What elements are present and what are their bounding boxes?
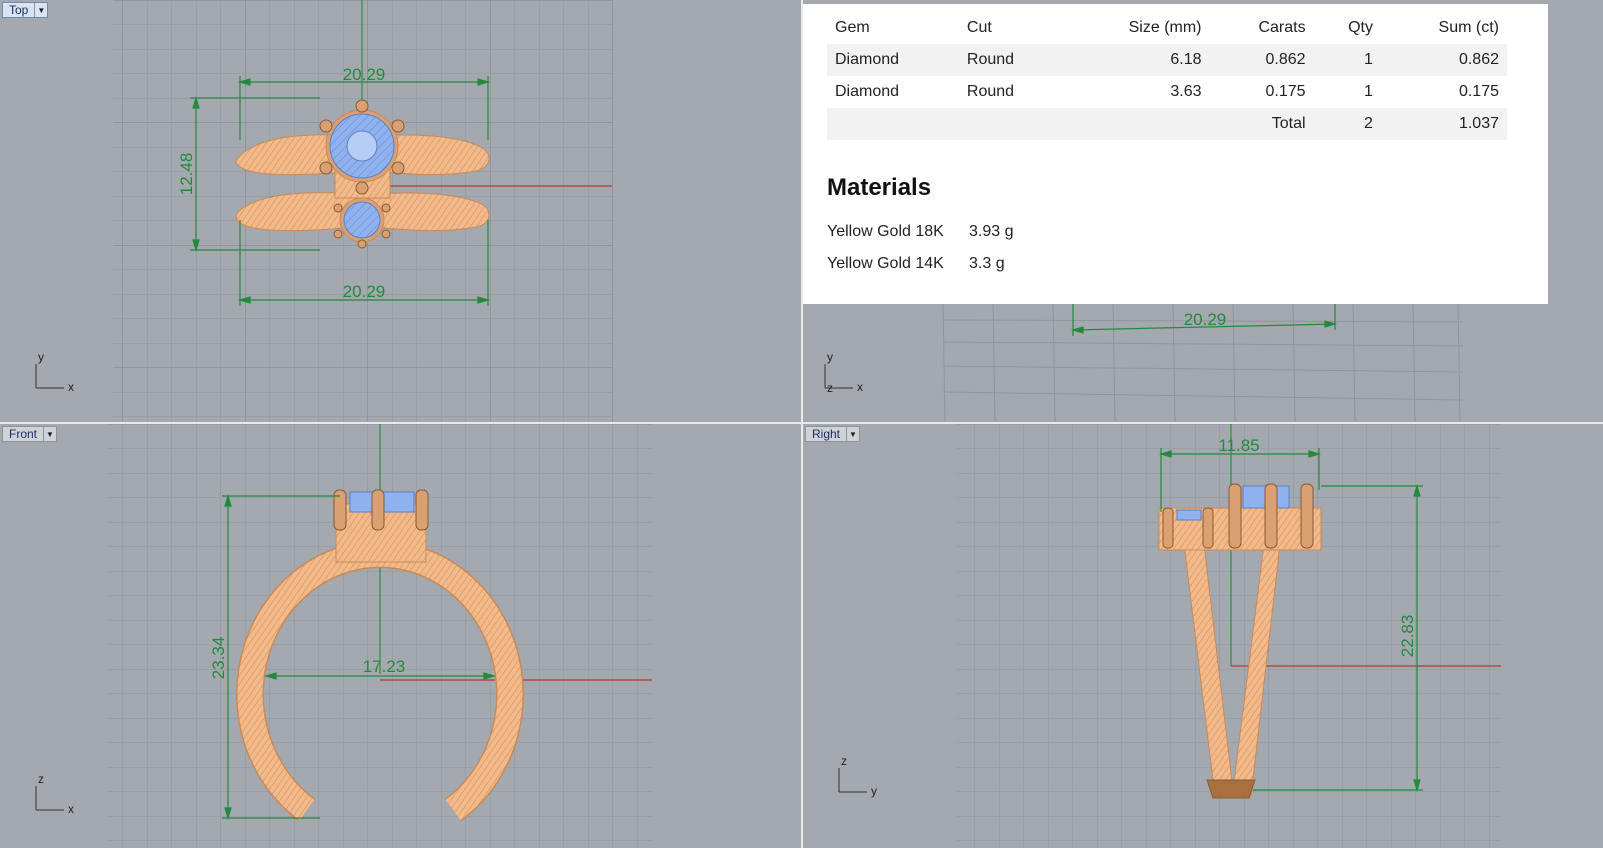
- axis-label-z: z: [827, 381, 833, 395]
- cell-cut: Round: [958, 44, 1063, 76]
- viewport-tab-right[interactable]: Right ▼: [805, 426, 861, 442]
- col-gem: Gem: [835, 19, 870, 36]
- total-sum: 1.037: [1380, 108, 1507, 140]
- axis-widget: [35, 364, 64, 389]
- axis-widget: [35, 786, 64, 811]
- total-row: Total 2 1.037: [827, 108, 1507, 140]
- viewport-front[interactable]: 23.34 17.23 z x Front ▼: [0, 424, 803, 848]
- axis-label-y: y: [871, 784, 877, 798]
- total-qty: 2: [1313, 108, 1381, 140]
- axis-label-z: z: [38, 772, 44, 786]
- dim-ring-height: 23.34: [209, 637, 228, 680]
- dim-persp-width: 20.29: [1184, 310, 1227, 329]
- viewport-title: Top: [9, 3, 29, 17]
- material-weight: 3.3 g: [969, 255, 1005, 272]
- cell-carats: 0.862: [1209, 44, 1314, 76]
- cell-qty: 1: [1313, 44, 1381, 76]
- dim-inner-diameter: 17.23: [363, 657, 406, 676]
- cell-qty: 1: [1364, 83, 1373, 100]
- gem-table: Gem Cut Size (mm) Carats Qty Sum (ct) Di…: [827, 12, 1507, 140]
- axis-label-x: x: [857, 380, 863, 394]
- cell-sum: 0.175: [1458, 83, 1499, 100]
- total-label: Total: [1209, 108, 1314, 140]
- material-weight: 3.93 g: [969, 223, 1014, 240]
- cell-gem: Diamond: [827, 44, 959, 76]
- axis-label-x: x: [68, 380, 74, 394]
- table-row: Diamond Round 3.63 0.175 1 0.175: [827, 76, 1507, 108]
- dim-side-height: 22.83: [1398, 615, 1417, 658]
- axis-widget: [838, 768, 867, 793]
- cell-cut: Round: [966, 83, 1015, 100]
- col-size: Size (mm): [1128, 19, 1202, 36]
- col-sum: Sum (ct): [1438, 19, 1499, 36]
- cell-size: 6.18: [1063, 44, 1210, 76]
- top-view-canvas[interactable]: 20.29 20.29 12.48 y x: [0, 0, 803, 424]
- table-row: Diamond Round 6.18 0.862 1 0.862: [827, 44, 1507, 76]
- material-row: Yellow Gold 14K 3.3 g: [827, 248, 1524, 280]
- cell-sum: 0.862: [1380, 44, 1507, 76]
- small-diamond: [343, 201, 381, 239]
- right-view-canvas[interactable]: 11.85 22.83 z y: [803, 424, 1603, 848]
- axis-label-y: y: [38, 350, 44, 364]
- material-name: Yellow Gold 14K: [827, 255, 944, 272]
- gem-table-header: Gem Cut Size (mm) Carats Qty Sum (ct): [827, 12, 1507, 44]
- dim-height: 12.48: [177, 153, 196, 196]
- chevron-down-icon[interactable]: ▼: [34, 3, 47, 17]
- viewport-title: Front: [9, 427, 38, 441]
- materials-heading: Materials: [827, 174, 932, 201]
- axis-label-y: y: [827, 350, 833, 364]
- col-cut: Cut: [966, 19, 992, 36]
- material-name: Yellow Gold 18K: [827, 223, 944, 240]
- chevron-down-icon[interactable]: ▼: [43, 427, 56, 441]
- dim-top-width: 20.29: [343, 65, 386, 84]
- viewport-right[interactable]: 11.85 22.83 z y Right ▼: [803, 424, 1603, 848]
- col-carats: Carats: [1258, 19, 1306, 36]
- material-row: Yellow Gold 18K 3.93 g: [827, 216, 1524, 248]
- viewport-top[interactable]: 20.29 20.29 12.48 y x Top ▼: [0, 0, 803, 424]
- dim-head-width: 11.85: [1218, 436, 1259, 455]
- viewport-title: Right: [812, 427, 841, 441]
- cell-gem: Diamond: [835, 83, 900, 100]
- gem-report-panel: Gem Cut Size (mm) Carats Qty Sum (ct) Di…: [803, 4, 1548, 304]
- dim-bottom-width: 20.29: [343, 282, 386, 301]
- viewport-tab-front[interactable]: Front ▼: [2, 426, 58, 442]
- shank-bottom: [1206, 779, 1256, 799]
- col-qty: Qty: [1348, 19, 1373, 36]
- axis-label-x: x: [68, 802, 74, 816]
- cell-size: 3.63: [1170, 83, 1202, 100]
- axis-label-z: z: [841, 754, 847, 768]
- main-diamond-table: [346, 130, 378, 162]
- viewport-tab-top[interactable]: Top ▼: [2, 2, 49, 18]
- chevron-down-icon[interactable]: ▼: [846, 427, 859, 441]
- cell-carats: 0.175: [1265, 83, 1306, 100]
- right-small-diamond: [1176, 509, 1202, 521]
- front-view-canvas[interactable]: 23.34 17.23 z x: [0, 424, 803, 848]
